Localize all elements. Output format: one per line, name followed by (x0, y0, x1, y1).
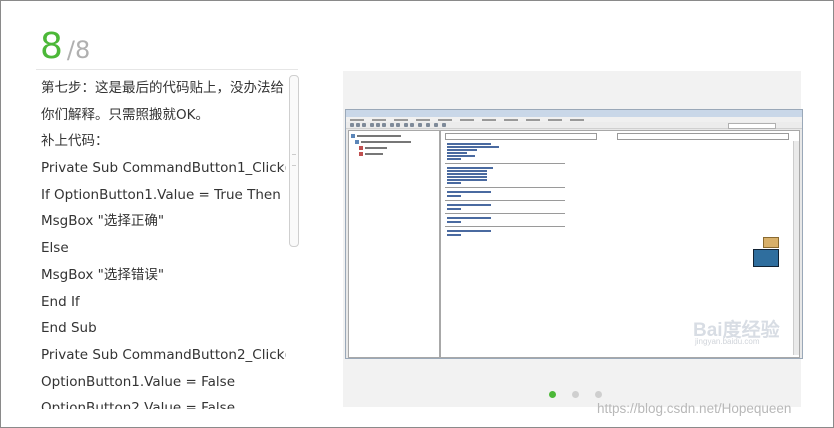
step-current: 8 (40, 26, 63, 67)
code-window-scrollbar (793, 141, 799, 355)
pager-dot-1[interactable] (549, 391, 556, 398)
text-line: OptionButton1.Value = False (41, 373, 236, 390)
scrollbar-grip[interactable] (292, 154, 296, 166)
pager-dot-3[interactable] (595, 391, 602, 398)
text-line: 补上代码： (41, 133, 109, 150)
text-line: MsgBox "选择正确" (41, 213, 165, 230)
text-line: OptionButton2.Value = False (41, 400, 236, 409)
text-line: End Sub (41, 320, 97, 337)
slide-pager (549, 391, 602, 398)
step-total: /8 (66, 36, 91, 64)
vba-editor-toolbar (346, 122, 802, 129)
site-watermark: https://blog.csdn.net/Hopequeen (597, 401, 792, 416)
text-line: 你们解释。只需照搬就OK。 (41, 106, 209, 123)
image-watermark-url: jingyan.baidu.com (695, 337, 760, 346)
object-combo (445, 133, 597, 140)
text-line: 第七步：这是最后的代码贴上，没办法给 (41, 80, 284, 96)
pager-dot-2[interactable] (572, 391, 579, 398)
desktop-icon (763, 237, 779, 248)
text-line: Private Sub CommandButton1_Click() (41, 160, 286, 177)
procedure-combo (617, 133, 789, 140)
text-line: MsgBox "选择错误" (41, 266, 165, 283)
text-line: If OptionButton1.Value = True Then (41, 186, 281, 203)
step-counter: 8 /8 (40, 27, 90, 67)
screenshot-slide[interactable]: Bai度经验 jingyan.baidu.com (343, 71, 803, 407)
vba-help-box (728, 123, 776, 129)
text-line: Private Sub CommandButton2_Click() (41, 346, 286, 363)
header-divider (36, 69, 298, 70)
step-text-panel[interactable]: 第七步：这是最后的代码贴上，没办法给 你们解释。只需照搬就OK。 补上代码： P… (36, 75, 286, 409)
project-explorer (348, 130, 440, 358)
text-scrollbar[interactable] (289, 75, 299, 247)
step-card: 8 /8 第七步：这是最后的代码贴上，没办法给 你们解释。只需照搬就OK。 补上… (0, 0, 834, 428)
text-line: Else (41, 240, 69, 257)
vba-editor-titlebar (346, 110, 802, 117)
text-line: End If (41, 293, 80, 310)
desktop-icon (753, 249, 779, 267)
